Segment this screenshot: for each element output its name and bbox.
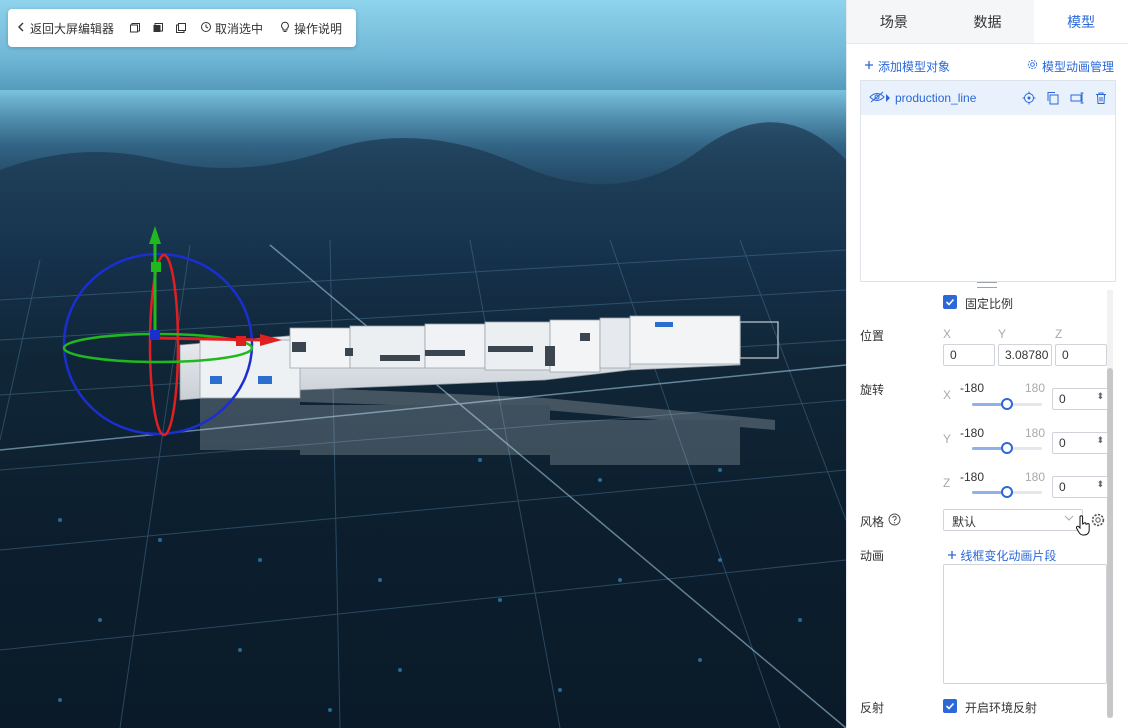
deselect-button[interactable]: 取消选中 [194,20,269,37]
chevron-left-icon [16,21,26,35]
view-front-icon[interactable] [126,18,145,38]
tree-item-actions [1021,90,1109,106]
plus-icon [947,549,960,563]
caret-right-icon[interactable] [885,91,891,105]
help-circle-icon[interactable] [888,513,901,529]
spinner-icon[interactable]: ⬍ [1096,391,1104,402]
rotation-label: 旋转 [860,383,885,397]
trash-icon[interactable] [1093,90,1109,106]
position-y-label: Y [998,327,1007,341]
properties-panel: 场景 数据 模型 添加模型对象 模型动画管理 production_line 固… [846,0,1128,728]
style-settings-gear-icon[interactable] [1091,513,1105,530]
properties-scrollbar-thumb[interactable] [1107,368,1113,718]
position-z-label: Z [1055,327,1063,341]
reflection-label: 反射 [860,701,885,715]
model-tree: production_line [860,80,1116,282]
gizmo-x-handle[interactable] [236,336,246,346]
position-x-input[interactable]: 0 [943,344,995,366]
3d-viewport[interactable]: 返回大屏编辑器 取消选中 操作说明 [0,0,846,728]
viewport-toolbar: 返回大屏编辑器 取消选中 操作说明 [8,9,356,47]
chevron-down-icon [1064,513,1074,526]
lock-ratio-label: 固定比例 [965,297,1014,311]
add-wireframe-animation-label: 线框变化动画片段 [960,549,1057,563]
rotation-x-min: -180 [960,381,985,395]
copy-icon[interactable] [1045,90,1061,106]
hand-cursor-icon [1075,515,1091,540]
back-to-editor-label: 返回大屏编辑器 [30,21,115,36]
rotation-z-input[interactable]: 0 ⬍ [1052,476,1108,498]
spinner-icon[interactable]: ⬍ [1096,435,1104,446]
rotation-y-slider-knob[interactable] [1001,442,1013,454]
rotation-z-value: 0 [1059,480,1066,494]
add-wireframe-animation-button[interactable]: 线框变化动画片段 [947,547,1056,564]
lock-ratio-checkbox[interactable] [943,295,957,309]
help-label: 操作说明 [294,21,343,36]
view-side-icon[interactable] [171,18,190,38]
animation-clip-list[interactable] [943,564,1107,684]
panel-tabs: 场景 数据 模型 [847,0,1128,44]
scene-canvas[interactable] [0,0,846,728]
gear-icon [1027,59,1038,73]
rotation-x-slider-knob[interactable] [1001,398,1013,410]
floor-grid [0,239,846,728]
model-animation-manage-button[interactable]: 模型动画管理 [1027,58,1114,75]
animation-label: 动画 [860,549,885,563]
tab-model[interactable]: 模型 [1034,0,1128,43]
check-icon [945,298,955,306]
rotation-x-value: 0 [1059,392,1066,406]
help-button[interactable]: 操作说明 [273,20,348,37]
add-model-object-label: 添加模型对象 [878,59,951,74]
gizmo-y-handle[interactable] [151,262,161,272]
rotation-x-max: 180 [1025,381,1046,395]
floor-dots [58,458,802,712]
rotation-y-input[interactable]: 0 ⬍ [1052,432,1108,454]
rotation-x-input[interactable]: 0 ⬍ [1052,388,1108,410]
tree-item-label: production_line [895,91,977,105]
rotation-y-min: -180 [960,426,985,440]
rotation-z-slider-knob[interactable] [1001,486,1013,498]
model-animation-manage-label: 模型动画管理 [1041,59,1114,74]
position-y-input[interactable]: 3.08780 [998,344,1052,366]
rotation-z-max: 180 [1025,470,1046,484]
position-z-input[interactable]: 0 [1055,344,1107,366]
view-solid-icon[interactable] [149,18,168,38]
style-select[interactable]: 默认 [943,509,1083,531]
rotation-y-label: Y [943,432,952,446]
tab-data[interactable]: 数据 [941,0,1035,43]
rotation-y-max: 180 [1025,426,1046,440]
rotation-y-value: 0 [1059,436,1066,450]
check-icon [945,702,955,710]
environment-reflection-checkbox[interactable] [943,699,957,713]
position-label: 位置 [860,329,885,343]
locate-icon[interactable] [1021,90,1037,106]
lightbulb-icon [279,21,291,36]
rotation-x-slider[interactable] [972,397,1042,411]
rotation-z-slider[interactable] [972,485,1042,499]
add-model-object-button[interactable]: 添加模型对象 [864,58,950,75]
deselect-label: 取消选中 [214,21,263,36]
tree-item-production-line[interactable]: production_line [861,81,1115,115]
style-label: 风格 [860,515,885,529]
plus-icon [864,59,874,73]
rotation-z-min: -180 [960,470,985,484]
rotation-z-label: Z [943,476,951,490]
gizmo-center-handle[interactable] [150,330,160,340]
back-to-editor-button[interactable]: 返回大屏编辑器 [16,20,122,37]
rename-icon[interactable] [1069,90,1085,106]
tab-scene[interactable]: 场景 [847,0,941,43]
eye-hidden-icon[interactable] [869,91,885,106]
rotation-y-slider[interactable] [972,441,1042,455]
environment-reflection-label: 开启环境反射 [965,701,1038,715]
panel-resize-handle[interactable] [977,282,997,288]
style-select-value: 默认 [952,515,977,529]
target-cancel-icon [200,21,212,36]
spinner-icon[interactable]: ⬍ [1096,479,1104,490]
rotation-x-label: X [943,388,952,402]
position-x-label: X [943,327,952,341]
